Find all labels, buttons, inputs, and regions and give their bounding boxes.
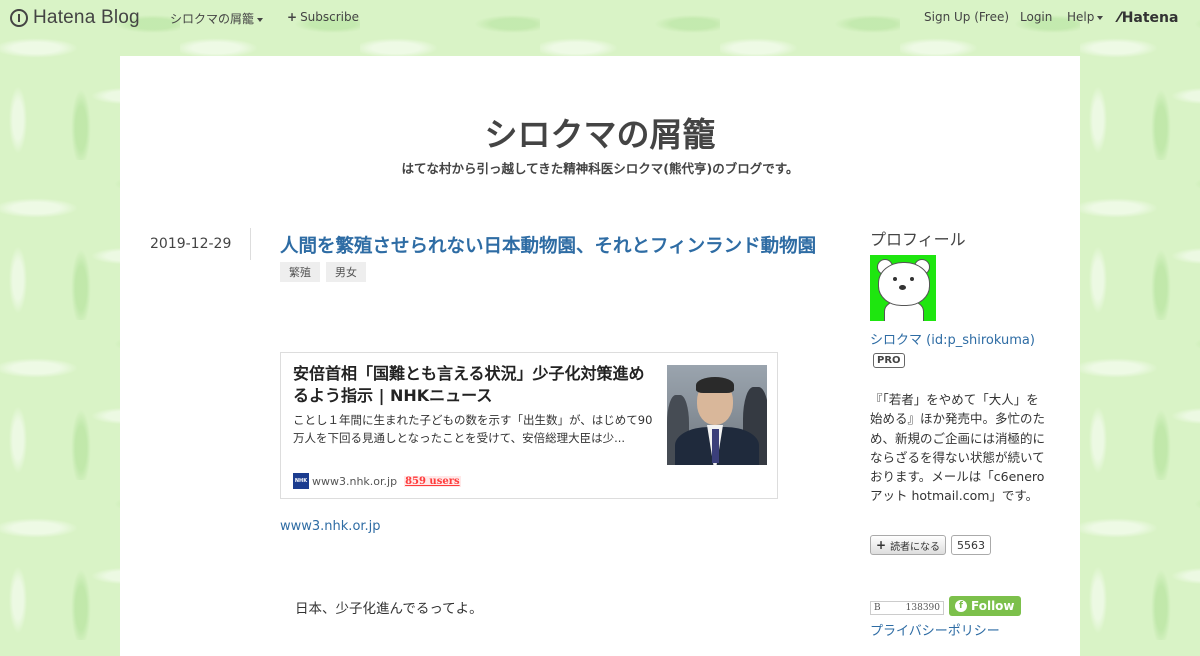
blog-description: はてな村から引っ越してきた精神科医シロクマ(熊代亨)のブログです。 (401, 161, 799, 176)
bookmark-count: 138390 (905, 603, 940, 613)
plus-icon: + (287, 10, 298, 24)
bookmark-count-badge[interactable]: B 138390 (870, 601, 944, 615)
entry-tags: 繁殖 男女 (280, 262, 366, 282)
entry-body-text: 日本、少子化進んでるってよ。 (295, 601, 483, 617)
embed-card-domain: www3.nhk.or.jp (312, 474, 398, 488)
hatena-bookmark-icon: B (874, 603, 881, 613)
plus-icon: + (876, 538, 887, 552)
tag-link[interactable]: 繁殖 (280, 262, 320, 282)
bear-head (878, 262, 930, 306)
help-dropdown[interactable]: Help (1067, 10, 1104, 24)
hatena-logo-icon: ⁄⁄ (1118, 10, 1120, 26)
blog-menu-label: シロクマの屑籠 (170, 12, 255, 26)
login-link[interactable]: Login (1020, 10, 1052, 24)
hatena-blog-logo-icon (10, 9, 28, 27)
embed-card[interactable]: 安倍首相「国難とも言える状況」少子化対策進めるよう指示 | NHKニュース こと… (280, 352, 778, 499)
follow-button[interactable]: f Follow (949, 596, 1021, 616)
photo-tie (712, 429, 719, 463)
embed-card-thumbnail[interactable] (667, 365, 767, 465)
chevron-down-icon (257, 17, 264, 22)
blog-menu-dropdown[interactable]: シロクマの屑籠 (170, 10, 264, 27)
profile-heading: プロフィール (870, 230, 966, 249)
profile-avatar[interactable] (870, 255, 936, 321)
bookmark-users-link[interactable]: 859 users (404, 475, 461, 487)
profile-name-link[interactable]: シロクマ (id:p_shirokuma) (870, 329, 1035, 348)
chevron-down-icon (1097, 15, 1104, 20)
profile-bio: 『「若者」をやめて「大人」を始める』ほか発売中。多忙のため、新規のご企画には消極… (870, 392, 1046, 504)
logo-text: Hatena Blog (33, 7, 140, 28)
bear-eye (910, 277, 914, 281)
source-link[interactable]: www3.nhk.or.jp (280, 519, 381, 534)
embed-card-description: ことし１年間に生まれた子どもの数を示す「出生数」が、はじめて90万人を下回る見通… (293, 413, 653, 445)
follow-label: Follow (971, 599, 1015, 613)
subscribe-label: Subscribe (300, 10, 360, 24)
nhk-favicon-icon: NHK (293, 473, 309, 489)
bear-nose (899, 285, 906, 290)
blog-title[interactable]: シロクマの屑籠 (120, 108, 1080, 156)
subscribe-button[interactable]: + Subscribe (287, 10, 359, 24)
reader-button-label: 読者になる (890, 541, 941, 553)
signup-link[interactable]: Sign Up (Free) (924, 10, 1009, 24)
bear-eye (893, 277, 897, 281)
subscribe-reader-button[interactable]: + 読者になる (870, 535, 947, 555)
main-container: シロクマの屑籠 はてな村から引っ越してきた精神科医シロクマ(熊代亨)のブログです… (120, 56, 1080, 656)
embed-card-title[interactable]: 安倍首相「国難とも言える状況」少子化対策進めるよう指示 | NHKニュース (293, 363, 658, 407)
help-label: Help (1067, 10, 1095, 24)
entry-title[interactable]: 人間を繁殖させられない日本動物園、それとフィンランド動物園 (280, 232, 816, 258)
hatena-blog-logo[interactable]: Hatena Blog (10, 7, 140, 29)
reader-count: 5563 (951, 535, 991, 555)
photo-hair (696, 377, 734, 393)
date-divider (250, 228, 251, 260)
hatena-link[interactable]: ⁄⁄ Hatena (1118, 10, 1178, 26)
embed-card-footer: NHK www3.nhk.or.jp 859 users (293, 473, 461, 489)
hatena-label: Hatena (1121, 10, 1179, 26)
entry-date[interactable]: 2019-12-29 (150, 236, 231, 252)
pro-badge[interactable]: PRO (873, 353, 905, 368)
tag-link[interactable]: 男女 (326, 262, 366, 282)
global-header: Hatena Blog シロクマの屑籠 + Subscribe Sign Up (… (0, 0, 1200, 36)
feedly-icon: f (955, 600, 967, 612)
